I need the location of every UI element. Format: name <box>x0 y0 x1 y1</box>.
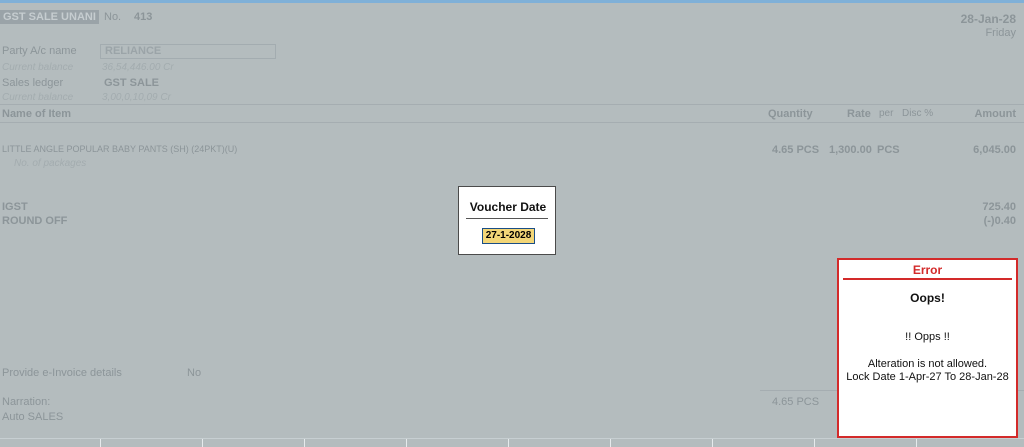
sales-balance: 3,00,0,10,09 Cr <box>102 92 171 103</box>
column-name-of-item: Name of Item <box>2 108 72 120</box>
einvoice-value[interactable]: No <box>187 367 201 379</box>
item-packages-label: No. of packages <box>14 158 87 169</box>
column-per: per <box>879 108 894 119</box>
top-bar <box>0 0 1024 3</box>
voucher-date[interactable]: 28-Jan-28 <box>961 12 1016 26</box>
item-amount[interactable]: 6,045.00 <box>973 144 1016 156</box>
error-divider <box>843 278 1012 280</box>
dialog-divider <box>466 218 548 219</box>
narration-label: Narration: <box>2 396 51 408</box>
tax-igst-label[interactable]: IGST <box>2 201 28 213</box>
sales-ledger-field[interactable]: GST SALE <box>104 77 159 89</box>
error-title: Error <box>912 263 943 277</box>
party-label: Party A/c name <box>2 45 77 57</box>
error-heading: Oops! <box>910 291 945 305</box>
einvoice-label: Provide e-Invoice details <box>2 367 122 379</box>
voucher-day: Friday <box>985 27 1016 39</box>
voucher-no-label: No. <box>104 11 122 23</box>
voucher-date-dialog: Voucher Date 27-1-2028 <box>458 186 556 255</box>
total-quantity: 4.65 PCS <box>772 396 820 408</box>
error-dialog: Error Oops! !! Opps !! Alteration is not… <box>837 258 1018 438</box>
sales-balance-label: Current balance <box>2 92 74 103</box>
item-rate[interactable]: 1,300.00 <box>829 144 872 156</box>
header-divider <box>0 104 1024 105</box>
voucher-date-input[interactable]: 27-1-2028 <box>482 228 535 244</box>
column-amount: Amount <box>974 108 1016 120</box>
voucher-type: GST SALE UNANI <box>0 10 99 24</box>
header-divider-bottom <box>0 122 1024 123</box>
tax-roundoff-amount: (-)0.40 <box>983 215 1016 227</box>
dialog-title: Voucher Date <box>469 200 547 214</box>
error-message-line: !! Opps !! <box>905 331 950 343</box>
error-lock-date: Lock Date 1-Apr-27 To 28-Jan-28 <box>846 371 1009 383</box>
tax-roundoff-label[interactable]: ROUND OFF <box>2 215 67 227</box>
item-quantity[interactable]: 4.65 PCS <box>772 144 819 156</box>
column-disc: Disc % <box>902 108 934 119</box>
narration-field[interactable]: Auto SALES <box>2 411 63 423</box>
sales-ledger-label: Sales ledger <box>2 77 64 89</box>
tax-igst-amount: 725.40 <box>982 201 1016 213</box>
column-quantity: Quantity <box>768 108 813 120</box>
party-balance-label: Current balance <box>2 62 74 73</box>
item-per[interactable]: PCS <box>877 144 900 156</box>
item-name[interactable]: LITTLE ANGLE POPULAR BABY PANTS (SH) (24… <box>2 144 237 154</box>
voucher-no: 413 <box>134 11 153 23</box>
party-balance: 36,54,446.00 Cr <box>102 62 174 73</box>
party-field[interactable]: RELIANCE <box>100 44 276 59</box>
error-message-line: Alteration is not allowed. <box>867 358 988 370</box>
column-rate: Rate <box>847 108 871 120</box>
